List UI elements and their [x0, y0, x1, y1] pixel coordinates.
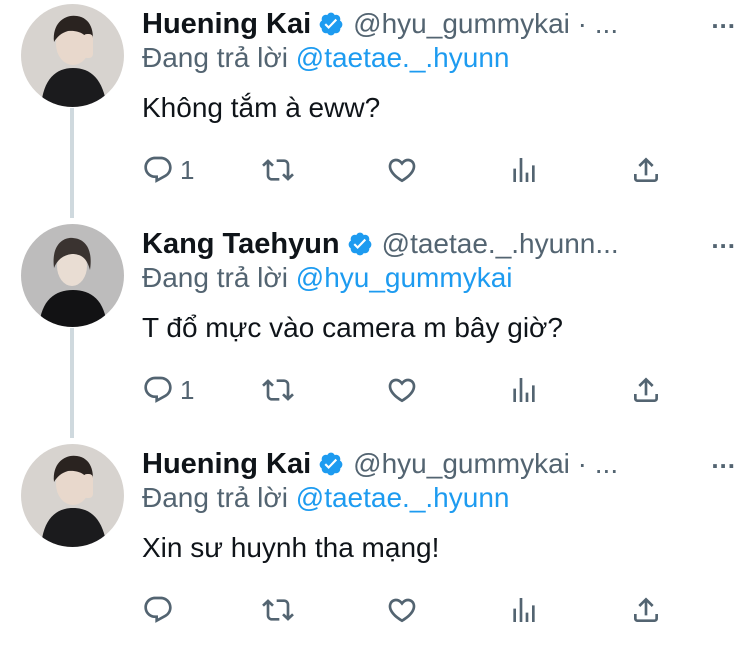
display-name[interactable]: Huening Kai — [142, 448, 311, 481]
analytics-button[interactable] — [508, 590, 540, 630]
like-button[interactable] — [386, 370, 418, 410]
reply-icon — [144, 376, 172, 403]
retweet-icon — [262, 599, 294, 621]
like-icon — [388, 158, 416, 183]
verified-badge-icon — [318, 451, 344, 477]
like-icon — [388, 598, 416, 623]
display-name[interactable]: Huening Kai — [142, 8, 311, 41]
reply-button[interactable]: 1 — [142, 370, 194, 410]
reply-prefix: Đang trả lời — [142, 262, 288, 293]
reply-prefix: Đang trả lời — [142, 42, 288, 73]
reply-mention-link[interactable]: @hyu_gummykai — [296, 262, 513, 293]
analytics-icon — [513, 598, 535, 622]
share-icon — [634, 377, 658, 402]
reply-icon — [144, 156, 172, 183]
replying-to: Đang trả lời @taetae._.hyunn — [142, 482, 509, 514]
tweet-header: Huening Kai @hyu_gummykai · ... ... — [142, 4, 740, 44]
share-icon — [634, 157, 658, 182]
reply-mention-link[interactable]: @taetae._.hyunn — [296, 42, 510, 73]
reply-prefix: Đang trả lời — [142, 482, 288, 513]
tweet[interactable]: Huening Kai @hyu_gummykai · ... ... Đang… — [0, 440, 750, 655]
avatar-image — [21, 224, 124, 327]
share-button[interactable] — [630, 370, 662, 410]
reply-count: 1 — [180, 154, 195, 185]
display-name[interactable]: Kang Taehyun — [142, 228, 340, 261]
avatar-image — [21, 444, 124, 547]
reply-button[interactable] — [142, 590, 180, 630]
more-icon[interactable]: ... — [711, 444, 736, 475]
share-button[interactable] — [630, 590, 662, 630]
avatar[interactable] — [21, 224, 124, 327]
tweet[interactable]: Huening Kai @hyu_gummykai · ... ... Đang… — [0, 0, 750, 215]
reply-button[interactable]: 1 — [142, 150, 194, 190]
user-handle[interactable]: @hyu_gummykai · ... — [353, 8, 618, 40]
verified-badge-icon — [318, 11, 344, 37]
tweet-header: Kang Taehyun @taetae._.hyunn... ... — [142, 224, 740, 264]
avatar[interactable] — [21, 444, 124, 547]
avatar[interactable] — [21, 4, 124, 107]
tweet-actions: 1 — [140, 370, 680, 410]
retweet-icon — [262, 379, 294, 401]
tweet-actions — [140, 590, 680, 630]
user-handle[interactable]: @taetae._.hyunn... — [382, 228, 619, 260]
tweet-text: Xin sư huynh tha mạng! — [142, 532, 440, 563]
retweet-button[interactable] — [262, 370, 294, 410]
tweet-text: T đổ mực vào camera m bây giờ? — [142, 312, 563, 343]
replying-to: Đang trả lời @hyu_gummykai — [142, 262, 513, 294]
reply-mention-link[interactable]: @taetae._.hyunn — [296, 482, 510, 513]
retweet-button[interactable] — [262, 590, 294, 630]
analytics-icon — [513, 378, 535, 402]
tweet-text: Không tắm à eww? — [142, 92, 381, 123]
tweet-header: Huening Kai @hyu_gummykai · ... ... — [142, 444, 740, 484]
more-icon[interactable]: ... — [711, 4, 736, 35]
reply-count: 1 — [180, 374, 195, 405]
tweet[interactable]: Kang Taehyun @taetae._.hyunn... ... Đang… — [0, 220, 750, 435]
analytics-icon — [513, 158, 535, 182]
avatar-image — [21, 4, 124, 107]
share-icon — [634, 597, 658, 622]
reply-icon — [144, 596, 172, 623]
user-handle[interactable]: @hyu_gummykai · ... — [353, 448, 618, 480]
like-icon — [388, 378, 416, 403]
like-button[interactable] — [386, 590, 418, 630]
replying-to: Đang trả lời @taetae._.hyunn — [142, 42, 509, 74]
analytics-button[interactable] — [508, 150, 540, 190]
retweet-button[interactable] — [262, 150, 294, 190]
share-button[interactable] — [630, 150, 662, 190]
analytics-button[interactable] — [508, 370, 540, 410]
retweet-icon — [262, 159, 294, 181]
more-icon[interactable]: ... — [711, 224, 736, 255]
tweet-actions: 1 — [140, 150, 680, 190]
like-button[interactable] — [386, 150, 418, 190]
verified-badge-icon — [347, 231, 373, 257]
